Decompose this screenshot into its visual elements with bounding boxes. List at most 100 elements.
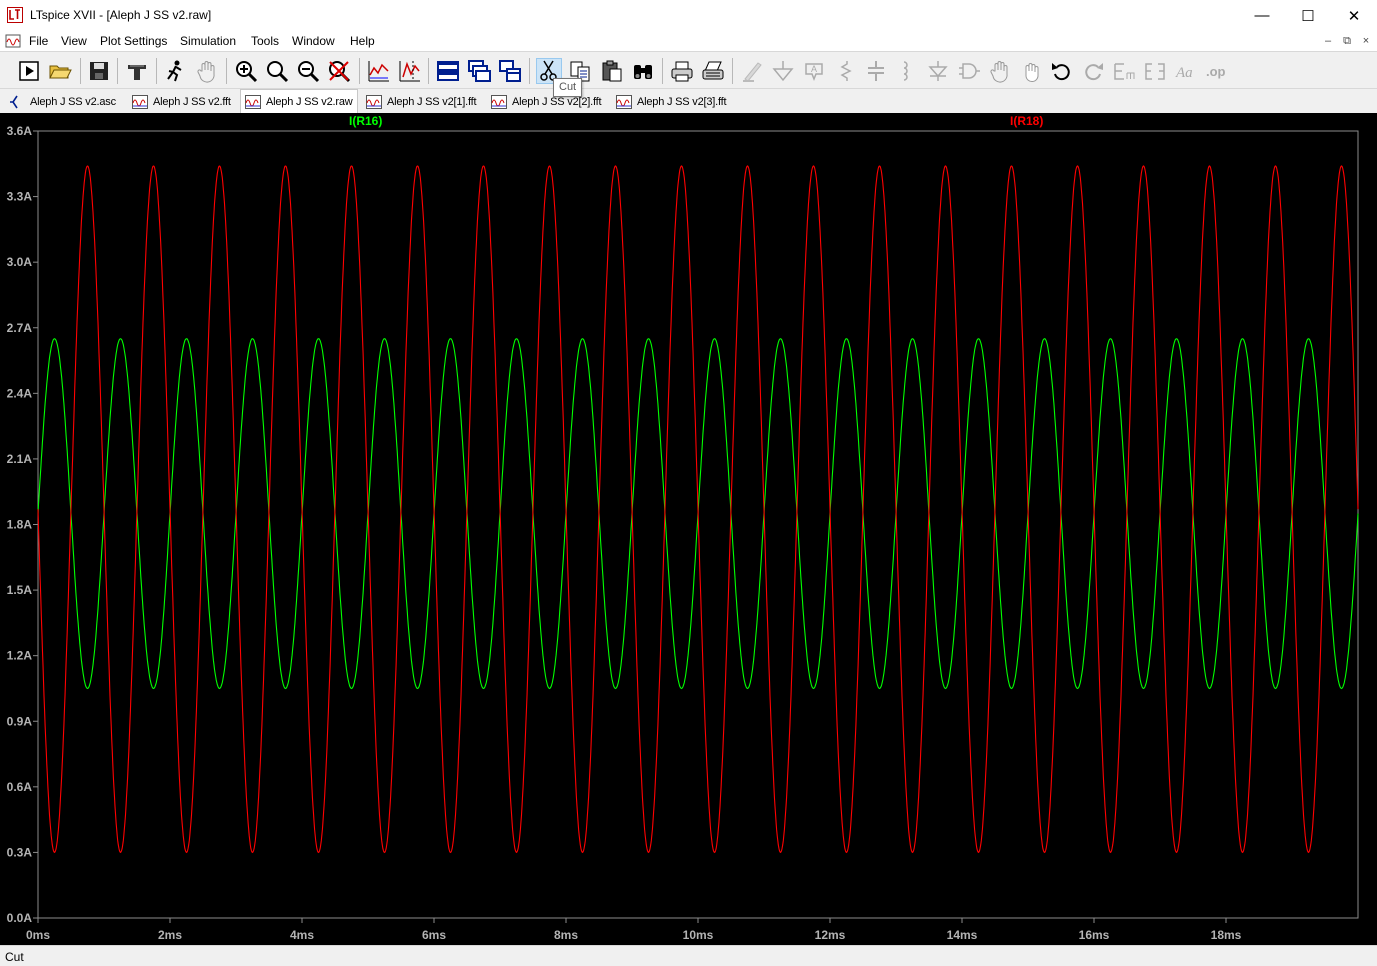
- mdi-restore-button[interactable]: ⧉: [1339, 33, 1355, 49]
- toolbar-separator: [428, 58, 429, 84]
- window-title: LTspice XVII - [Aleph J SS v2.raw]: [30, 8, 212, 22]
- x-tick-label: 14ms: [947, 928, 978, 942]
- y-tick-label: 0.9A: [7, 714, 33, 728]
- x-tick-label: 2ms: [158, 928, 182, 942]
- ltspice-logo-icon: [7, 7, 23, 23]
- tab-aleph-j-ss-v2-3-fft[interactable]: Aleph J SS v2[3].fft: [612, 91, 732, 112]
- zoom-cancel-icon[interactable]: [326, 58, 352, 84]
- svg-text:Aa: Aa: [1175, 65, 1193, 81]
- spice-directive-icon[interactable]: .op: [1204, 58, 1230, 84]
- tab-label: Aleph J SS v2[2].fft: [512, 95, 602, 108]
- menu-plot-settings[interactable]: Plot Settings: [100, 34, 167, 48]
- rotate-icon[interactable]: [1111, 58, 1137, 84]
- toolbar-separator: [117, 58, 118, 84]
- zoom-out-icon[interactable]: [295, 58, 321, 84]
- waveform-icon: [491, 94, 507, 109]
- y-tick-label: 2.1A: [7, 452, 33, 466]
- waveform-icon: [616, 94, 632, 109]
- mdi-close-button[interactable]: ×: [1358, 33, 1374, 49]
- save-icon[interactable]: [86, 58, 112, 84]
- zoom-area-icon[interactable]: [264, 58, 290, 84]
- tab-aleph-j-ss-v2-2-fft[interactable]: Aleph J SS v2[2].fft: [487, 91, 609, 112]
- component-icon[interactable]: [956, 58, 982, 84]
- mirror-icon[interactable]: [1142, 58, 1168, 84]
- open-icon[interactable]: [47, 58, 73, 84]
- pan-icon[interactable]: [194, 58, 220, 84]
- toolbar-separator: [156, 58, 157, 84]
- y-tick-label: 3.0A: [7, 255, 33, 269]
- waveform-icon: [132, 94, 148, 109]
- tab-aleph-j-ss-v2-fft[interactable]: Aleph J SS v2.fft: [128, 91, 238, 112]
- redo-icon[interactable]: [1080, 58, 1106, 84]
- schematic-icon: [10, 95, 18, 108]
- y-tick-label: 3.6A: [7, 124, 33, 138]
- y-tick-label: 0.0A: [7, 911, 33, 925]
- toolbar-separator: [359, 58, 360, 84]
- tab-label: Aleph J SS v2.asc: [30, 95, 116, 108]
- menu-file[interactable]: File: [29, 34, 48, 48]
- y-tick-label: 1.8A: [7, 518, 33, 532]
- run-icon[interactable]: [16, 58, 42, 84]
- status-bar: Cut: [0, 945, 1377, 966]
- control-panel-icon[interactable]: [124, 58, 150, 84]
- y-tick-label: 2.4A: [7, 386, 33, 400]
- tab-aleph-j-ss-v2-1-fft[interactable]: Aleph J SS v2[1].fft: [362, 91, 484, 112]
- mark-unsorted-icon[interactable]: [397, 58, 423, 84]
- tile-vertical-icon[interactable]: [466, 58, 492, 84]
- toolbar: A Aa .op: [0, 51, 1377, 89]
- toolbar-separator: [529, 58, 530, 84]
- waveform-plot[interactable]: I(R16) I(R18) 0.0A 0.3A 0.6A 0.9A 1.2A 1.5A 1.…: [0, 113, 1377, 945]
- x-tick-label: 10ms: [683, 928, 714, 942]
- minimize-button[interactable]: —: [1239, 0, 1285, 31]
- capacitor-icon[interactable]: [863, 58, 889, 84]
- series-line-i-r18[interactable]: [37, 165, 1359, 854]
- drag-icon[interactable]: [1018, 58, 1044, 84]
- autorange-icon[interactable]: [366, 58, 392, 84]
- print-setup-icon[interactable]: [700, 58, 726, 84]
- wire-icon[interactable]: [739, 58, 765, 84]
- zoom-in-icon[interactable]: [233, 58, 259, 84]
- title-bar: LTspice XVII - [Aleph J SS v2.raw] — ☐ ✕: [0, 0, 1377, 31]
- tooltip: Cut: [553, 78, 583, 97]
- tab-aleph-j-ss-v2-asc[interactable]: Aleph J SS v2.asc: [5, 91, 125, 112]
- x-tick-label: 16ms: [1079, 928, 1110, 942]
- tab-label: Aleph J SS v2[3].fft: [637, 95, 727, 108]
- tab-aleph-j-ss-v2-raw[interactable]: Aleph J SS v2.raw: [240, 89, 358, 113]
- undo-icon[interactable]: [1049, 58, 1075, 84]
- menu-window[interactable]: Window: [292, 34, 335, 48]
- diode-icon[interactable]: [925, 58, 951, 84]
- maximize-button[interactable]: ☐: [1285, 0, 1331, 31]
- x-tick-label: 12ms: [815, 928, 846, 942]
- tab-label: Aleph J SS v2.fft: [153, 95, 231, 108]
- find-icon[interactable]: [630, 58, 656, 84]
- toolbar-separator: [226, 58, 227, 84]
- label-net-icon[interactable]: A: [801, 58, 827, 84]
- toolbar-separator: [80, 58, 81, 84]
- move-icon[interactable]: [987, 58, 1013, 84]
- mdi-minimize-button[interactable]: –: [1320, 33, 1336, 49]
- halt-icon[interactable]: [162, 58, 188, 84]
- close-button[interactable]: ✕: [1331, 0, 1377, 31]
- tab-label: Aleph J SS v2[1].fft: [387, 95, 477, 108]
- toolbar-separator: [662, 58, 663, 84]
- plot-area[interactable]: 0.0A 0.3A 0.6A 0.9A 1.2A 1.5A 1.8A 2.1A 2.4A 2.7A…: [0, 113, 1377, 945]
- paste-icon[interactable]: [599, 58, 625, 84]
- menu-view[interactable]: View: [61, 34, 87, 48]
- y-tick-label: 1.5A: [7, 583, 33, 597]
- status-text: Cut: [5, 950, 24, 964]
- resistor-icon[interactable]: [832, 58, 858, 84]
- inductor-icon[interactable]: [894, 58, 920, 84]
- waveform-document-icon[interactable]: [5, 33, 21, 49]
- x-tick-label: 18ms: [1211, 928, 1242, 942]
- print-icon[interactable]: [669, 58, 695, 84]
- menu-help[interactable]: Help: [350, 34, 375, 48]
- menu-tools[interactable]: Tools: [251, 34, 279, 48]
- menu-simulation[interactable]: Simulation: [180, 34, 236, 48]
- x-tick-label: 4ms: [290, 928, 314, 942]
- waveform-icon: [245, 94, 261, 109]
- text-icon[interactable]: Aa: [1173, 58, 1199, 84]
- cascade-icon[interactable]: [497, 58, 523, 84]
- ground-icon[interactable]: [770, 58, 796, 84]
- tile-horizontal-icon[interactable]: [435, 58, 461, 84]
- menu-bar: File View Plot Settings Simulation Tools…: [0, 31, 1377, 51]
